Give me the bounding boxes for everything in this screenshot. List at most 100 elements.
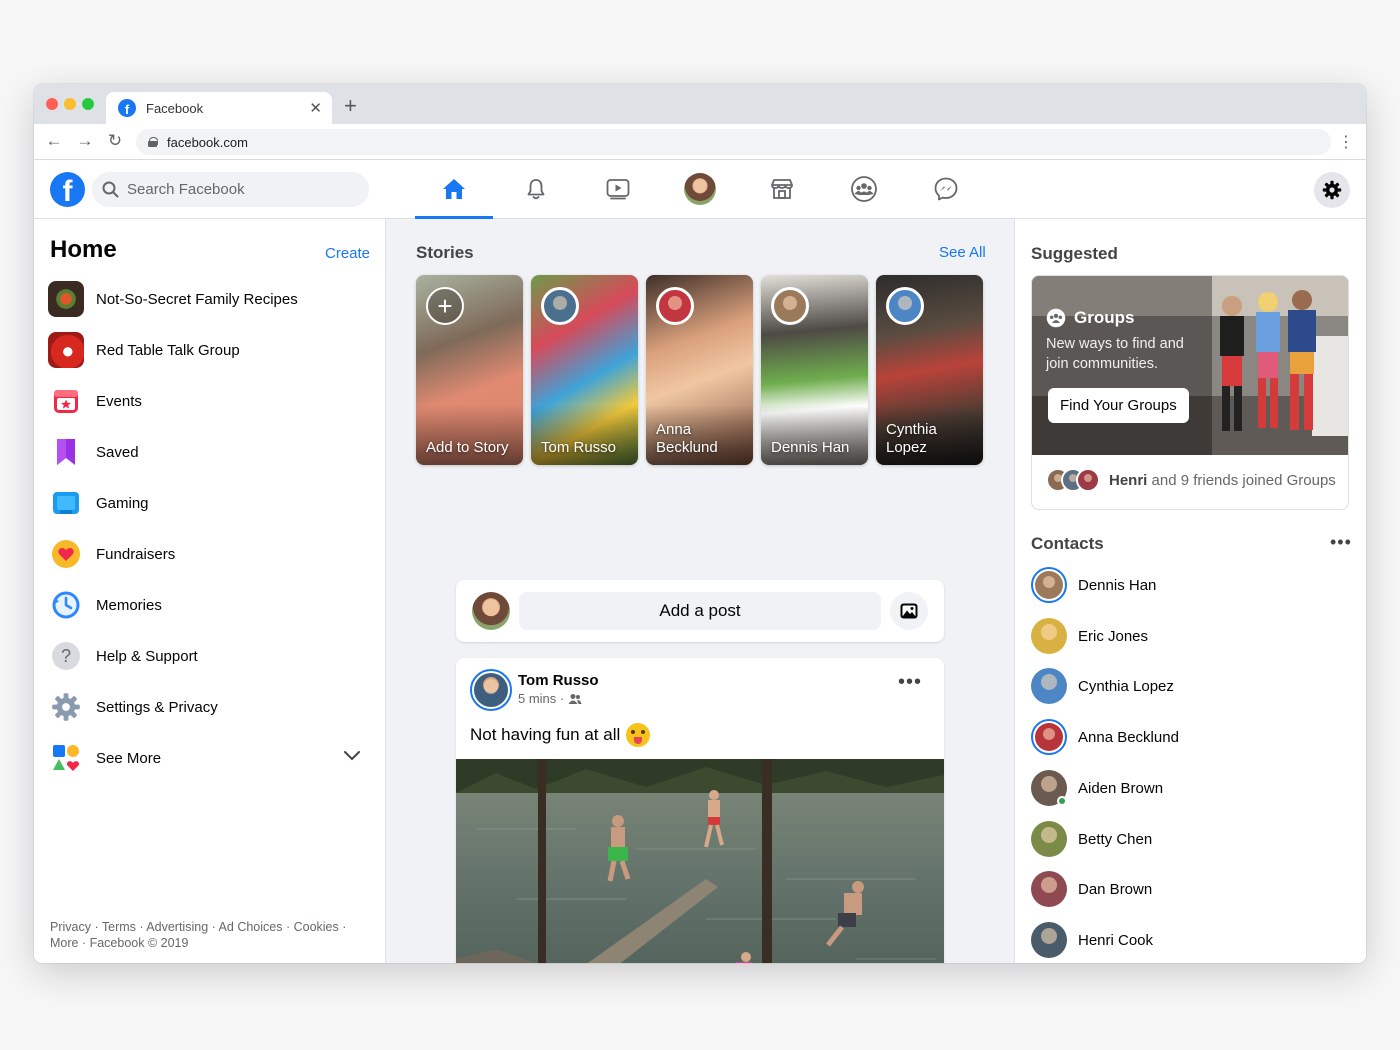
browser-window: f Facebook ✕ + ← → ↻ facebook.com ⋮ f Se… xyxy=(34,84,1366,963)
sidebar-item-events[interactable]: Events xyxy=(48,379,378,423)
contact-name: Henri Cook xyxy=(1078,931,1154,949)
tab-marketplace[interactable] xyxy=(743,160,821,218)
sidebar-item-help[interactable]: ? Help & Support xyxy=(48,634,378,678)
contact-henri-cook[interactable]: Henri Cook xyxy=(1031,920,1351,960)
close-window-button[interactable] xyxy=(46,98,58,110)
contact-betty-chen[interactable]: Betty Chen xyxy=(1031,819,1351,859)
search-input[interactable] xyxy=(127,181,347,198)
minimize-window-button[interactable] xyxy=(64,98,76,110)
tab-watch[interactable] xyxy=(579,160,657,218)
post-body: Not having fun at all xyxy=(470,723,651,747)
contact-cynthia-lopez[interactable]: Cynthia Lopez xyxy=(1031,666,1351,706)
story-card-anna-becklund[interactable]: Anna Becklund xyxy=(646,275,753,465)
saved-icon xyxy=(48,434,84,470)
sidebar-item-label: Fundraisers xyxy=(96,545,176,563)
sidebar-item-label: Memories xyxy=(96,596,162,614)
feed-post: Tom Russo 5 mins · ••• Not having fun at… xyxy=(456,658,944,963)
browser-menu-icon[interactable]: ⋮ xyxy=(1338,132,1354,152)
post-text: Not having fun at all xyxy=(470,725,621,744)
sidebar-item-red-table-talk[interactable]: Red Table Talk Group xyxy=(48,328,378,372)
story-card-add[interactable]: + Add to Story xyxy=(416,275,523,465)
lock-icon xyxy=(148,137,158,147)
story-card-cynthia-lopez[interactable]: Cynthia Lopez xyxy=(876,275,983,465)
story-name: Cynthia Lopez xyxy=(886,421,937,456)
contact-dan-brown[interactable]: Dan Brown xyxy=(1031,869,1351,909)
footer-line[interactable]: Privacy · Terms · Advertising · Ad Choic… xyxy=(50,919,360,935)
post-meta: 5 mins · xyxy=(518,691,582,706)
story-avatar xyxy=(656,287,694,325)
story-avatar xyxy=(541,287,579,325)
groups-description: New ways to find and join communities. xyxy=(1046,336,1184,372)
add-post-input[interactable]: Add a post xyxy=(519,592,881,630)
right-sidebar: Suggested Groups New ways to find and jo… xyxy=(1014,219,1366,963)
contacts-options-icon[interactable]: ••• xyxy=(1330,533,1352,551)
forward-arrow-icon[interactable]: → xyxy=(75,131,95,151)
gear-icon xyxy=(1322,180,1342,200)
tab-messenger[interactable] xyxy=(907,160,985,218)
sidebar-item-memories[interactable]: Memories xyxy=(48,583,378,627)
reload-icon[interactable]: ↻ xyxy=(105,131,125,151)
sidebar-item-saved[interactable]: Saved xyxy=(48,430,378,474)
groups-icon xyxy=(1046,308,1066,328)
footer-line[interactable]: More · Facebook © 2019 xyxy=(50,935,360,951)
add-icon: + xyxy=(426,287,464,325)
more-options-icon[interactable]: ••• xyxy=(898,672,922,692)
post-author-avatar[interactable] xyxy=(470,669,512,711)
sidebar-item-settings[interactable]: Settings & Privacy xyxy=(48,685,378,729)
search-box[interactable] xyxy=(92,172,369,207)
close-tab-icon[interactable]: ✕ xyxy=(309,99,322,117)
post-author-name[interactable]: Tom Russo xyxy=(518,672,599,689)
gear-icon xyxy=(48,689,84,725)
page-title: Home xyxy=(50,236,117,263)
story-name: Anna Becklund xyxy=(656,421,718,456)
see-all-link[interactable]: See All xyxy=(939,244,986,261)
bell-icon xyxy=(527,179,545,200)
sidebar-item-gaming[interactable]: Gaming xyxy=(48,481,378,525)
tab-profile[interactable] xyxy=(661,160,739,218)
groups-suggestion-card[interactable]: Groups New ways to find and join communi… xyxy=(1031,275,1349,510)
contact-eric-jones[interactable]: Eric Jones xyxy=(1031,616,1351,656)
browser-tab[interactable]: f Facebook ✕ xyxy=(106,92,332,124)
fundraisers-icon xyxy=(48,536,84,572)
sidebar-item-label: Help & Support xyxy=(96,647,198,665)
friend-avatar xyxy=(1076,468,1100,492)
sidebar-item-fundraisers[interactable]: Fundraisers xyxy=(48,532,378,576)
find-your-groups-button[interactable]: Find Your Groups xyxy=(1048,388,1189,423)
events-icon xyxy=(48,383,84,419)
tab-home[interactable] xyxy=(415,160,493,219)
sidebar-item-family-recipes[interactable]: Not-So-Secret Family Recipes xyxy=(48,277,378,321)
contact-name: Aiden Brown xyxy=(1078,779,1164,797)
groups-joined-text: Henri and 9 friends joined Groups xyxy=(1109,472,1336,489)
new-tab-button[interactable]: + xyxy=(344,93,357,119)
friend-name[interactable]: Henri xyxy=(1109,472,1147,489)
left-sidebar: Home Create Not-So-Secret Family Recipes… xyxy=(34,219,386,963)
tongue-emoji-icon xyxy=(626,723,651,747)
settings-button[interactable] xyxy=(1314,172,1350,208)
gaming-icon xyxy=(48,485,84,521)
maximize-window-button[interactable] xyxy=(82,98,94,110)
facebook-logo-icon[interactable]: f xyxy=(50,172,85,207)
add-photo-button[interactable] xyxy=(890,592,928,630)
address-bar[interactable]: facebook.com xyxy=(136,129,1331,155)
browser-toolbar: ← → ↻ facebook.com ⋮ xyxy=(34,124,1366,160)
post-time[interactable]: 5 mins · xyxy=(518,691,564,706)
tab-notifications[interactable] xyxy=(497,160,575,218)
stories-title: Stories xyxy=(416,243,474,262)
create-link[interactable]: Create xyxy=(325,245,370,262)
contact-anna-becklund[interactable]: Anna Becklund xyxy=(1031,717,1351,757)
back-arrow-icon[interactable]: ← xyxy=(44,131,64,151)
tab-groups[interactable] xyxy=(825,160,903,218)
shapes-icon xyxy=(48,740,84,776)
contact-dennis-han[interactable]: Dennis Han xyxy=(1031,565,1351,605)
story-avatar xyxy=(886,287,924,325)
sidebar-item-see-more[interactable]: See More xyxy=(48,736,378,780)
story-avatar xyxy=(771,287,809,325)
story-card-tom-russo[interactable]: Tom Russo xyxy=(531,275,638,465)
post-photo[interactable] xyxy=(456,759,944,963)
sidebar-item-label: Settings & Privacy xyxy=(96,698,218,716)
story-card-dennis-han[interactable]: Dennis Han xyxy=(761,275,868,465)
news-feed: Stories See All + Add to Story Tom Russo… xyxy=(386,219,1014,963)
contact-avatar xyxy=(1031,668,1067,704)
contact-aiden-brown[interactable]: Aiden Brown xyxy=(1031,768,1351,808)
chevron-down-icon[interactable] xyxy=(343,750,361,762)
